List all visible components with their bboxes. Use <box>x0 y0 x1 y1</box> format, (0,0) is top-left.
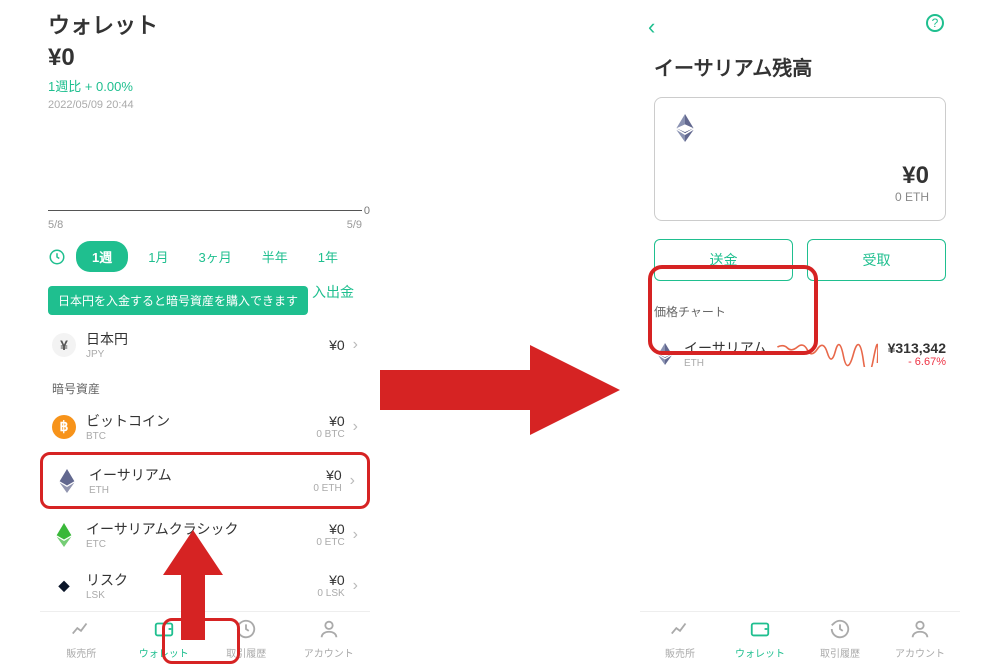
period-selector: 1週 1月 3ヶ月 半年 1年 <box>48 241 362 272</box>
lsk-icon: ◆ <box>52 574 76 598</box>
chevron-right-icon: › <box>353 526 358 544</box>
detail-title: イーサリアム残高 <box>654 52 960 81</box>
chevron-right-icon: › <box>350 472 355 490</box>
clock-icon <box>48 248 66 266</box>
asset-row-eth[interactable]: イーサリアムETH¥00 ETH › <box>40 452 370 509</box>
period-halfyear[interactable]: 半年 <box>252 243 298 270</box>
nav-label: 取引履歴 <box>820 645 860 660</box>
period-1month[interactable]: 1月 <box>138 243 178 270</box>
account-icon <box>318 618 340 645</box>
chart-zero-label: 0 <box>364 205 370 217</box>
chevron-right-icon: › <box>353 418 358 436</box>
chart-date-start: 5/8 <box>48 219 63 231</box>
period-1year[interactable]: 1年 <box>308 243 348 270</box>
deposit-withdraw-link[interactable]: 入出金 <box>312 282 354 302</box>
asset-sub: 0 ETH <box>313 483 341 494</box>
crypto-section-label: 暗号資産 <box>52 380 370 397</box>
nav-chart[interactable]: 販売所 <box>40 612 123 666</box>
balance-chart: 0 <box>48 131 362 211</box>
asset-ticker: ETH <box>89 485 313 496</box>
nav-account[interactable]: アカウント <box>288 612 371 666</box>
period-1week[interactable]: 1週 <box>76 241 128 272</box>
chart-date-end: 5/9 <box>347 219 362 231</box>
total-balance: ¥0 <box>48 44 370 72</box>
price-ticker: ETH <box>684 358 767 369</box>
card-balance-sub: 0 ETH <box>671 190 929 204</box>
ethereum-icon <box>671 114 699 142</box>
asset-value: ¥0 <box>329 337 345 353</box>
nav-account[interactable]: アカウント <box>880 612 960 666</box>
price-value: ¥313,342 <box>888 340 946 356</box>
chart-icon <box>70 618 92 645</box>
week-change: 1週比 + 0.00% <box>48 76 370 95</box>
yen-icon: ¥ <box>52 333 76 357</box>
card-balance: ¥0 <box>671 162 929 190</box>
chevron-right-icon: › <box>353 336 358 354</box>
asset-value: ¥0 <box>317 572 344 588</box>
nav-chart[interactable]: 販売所 <box>640 612 720 666</box>
wallet-icon <box>749 618 771 645</box>
price-change: - 6.67% <box>888 356 946 368</box>
asset-value: ¥0 <box>316 413 344 429</box>
asset-ticker: JPY <box>86 349 329 360</box>
nav-label: 販売所 <box>665 645 695 660</box>
asset-sub: 0 LSK <box>317 588 344 599</box>
receive-button[interactable]: 受取 <box>807 239 946 281</box>
page-title: ウォレット <box>48 8 370 40</box>
annotation-send-highlight <box>648 265 818 355</box>
asset-row-jpy[interactable]: ¥ 日本円 JPY ¥0 › <box>40 319 370 370</box>
asset-name: 日本円 <box>86 329 329 349</box>
asset-name: ビットコイン <box>86 411 316 431</box>
nav-label: アカウント <box>304 645 354 660</box>
chevron-right-icon: › <box>353 577 358 595</box>
deposit-hint-tooltip: 日本円を入金すると暗号資産を購入できます <box>48 286 308 315</box>
asset-name: イーサリアム <box>89 465 313 485</box>
asset-value: ¥0 <box>316 521 344 537</box>
account-icon <box>909 618 931 645</box>
bottom-nav: 販売所 ウォレット 取引履歴 アカウント <box>640 611 960 666</box>
chart-date-axis: 5/8 5/9 <box>48 219 362 231</box>
period-3month[interactable]: 3ヶ月 <box>188 243 241 270</box>
asset-value: ¥0 <box>313 467 341 483</box>
chart-icon <box>669 618 691 645</box>
etc-icon <box>52 523 76 547</box>
timestamp: 2022/05/09 20:44 <box>48 99 370 111</box>
btc-icon: ฿ <box>52 415 76 439</box>
back-button[interactable]: ‹ <box>648 14 960 40</box>
asset-ticker: BTC <box>86 431 316 442</box>
nav-label: ウォレット <box>735 645 785 660</box>
asset-sub: 0 BTC <box>316 429 344 440</box>
asset-row-btc[interactable]: ฿ ビットコインBTC¥00 BTC › <box>40 401 370 452</box>
eth-icon <box>55 469 79 493</box>
help-button[interactable]: ? <box>926 14 944 32</box>
history-icon <box>829 618 851 645</box>
nav-label: 販売所 <box>66 645 96 660</box>
annotation-arrow-right <box>380 340 620 440</box>
annotation-arrow-up <box>163 530 223 640</box>
asset-sub: 0 ETC <box>316 537 344 548</box>
nav-label: アカウント <box>895 645 945 660</box>
nav-history[interactable]: 取引履歴 <box>800 612 880 666</box>
balance-card: ¥0 0 ETH <box>654 97 946 221</box>
nav-wallet[interactable]: ウォレット <box>720 612 800 666</box>
